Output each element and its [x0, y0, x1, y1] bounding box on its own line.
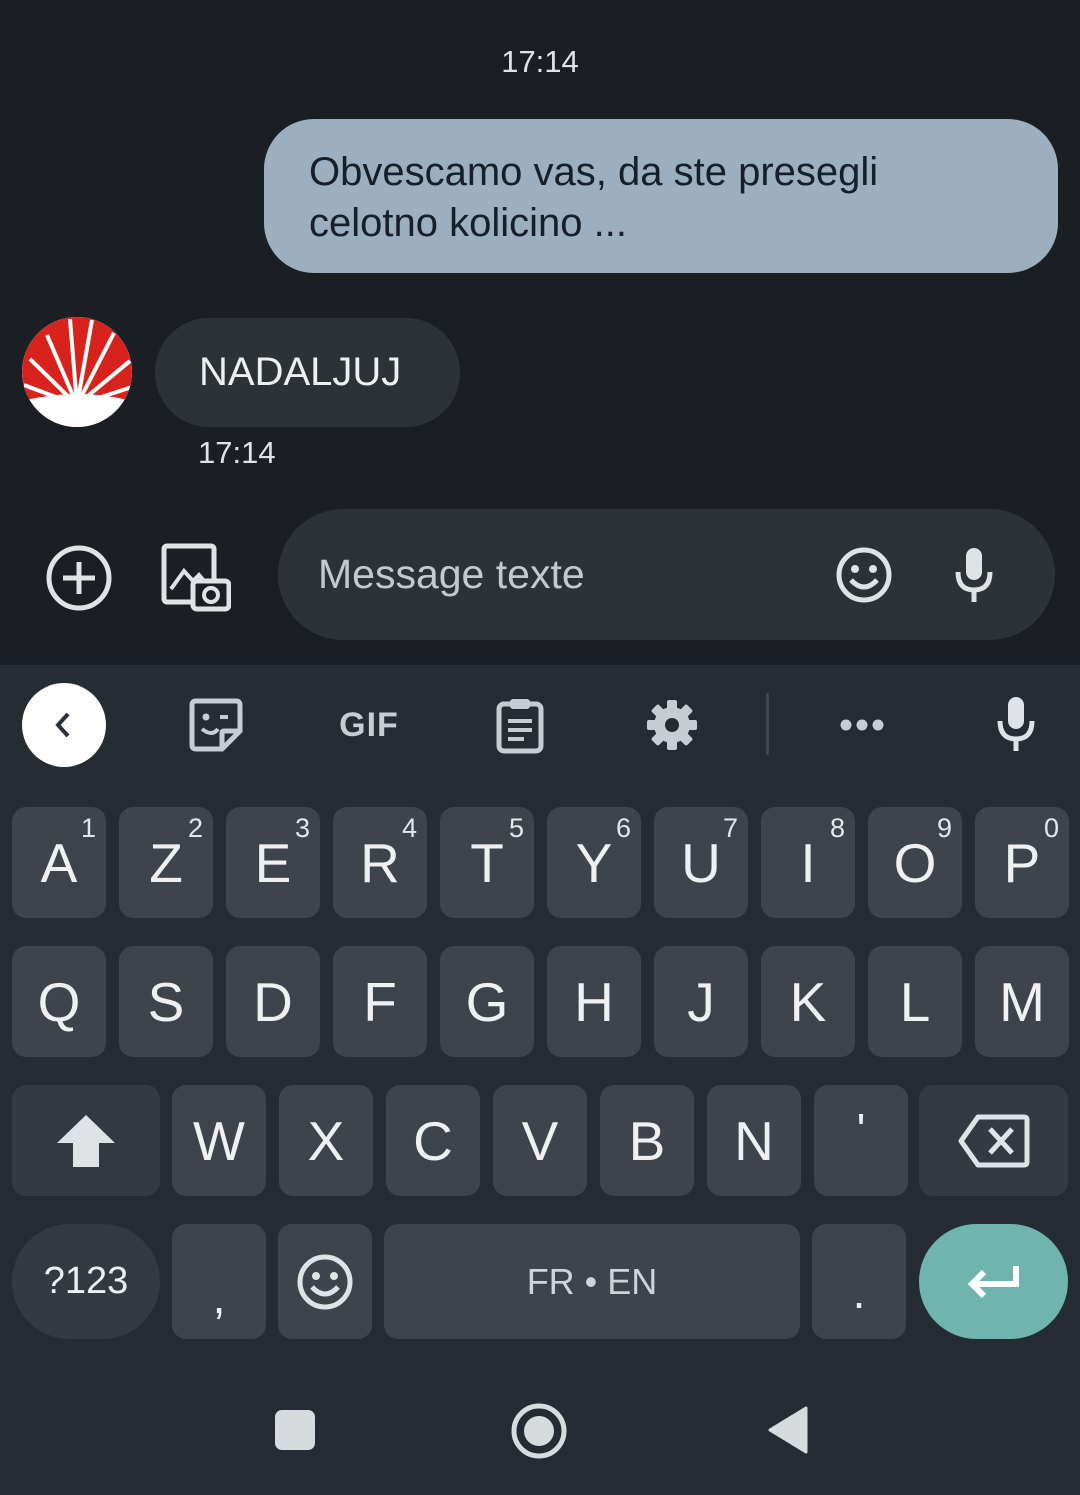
- key-p[interactable]: P0: [975, 807, 1069, 918]
- key-d[interactable]: D: [226, 946, 320, 1057]
- sticker-button[interactable]: [186, 695, 246, 755]
- key-hint: 1: [80, 813, 96, 843]
- key-label: E: [254, 831, 292, 894]
- key-f[interactable]: F: [333, 946, 427, 1057]
- key-label: T: [470, 831, 504, 894]
- backspace-icon: [958, 1114, 1029, 1167]
- key-g[interactable]: G: [440, 946, 534, 1057]
- key-hint: 2: [187, 813, 203, 843]
- key-h[interactable]: H: [547, 946, 641, 1057]
- recents-icon: [275, 1410, 315, 1450]
- home-button[interactable]: [505, 1397, 573, 1465]
- voice-input-button[interactable]: [950, 545, 998, 607]
- emoji-icon: [297, 1254, 353, 1309]
- outgoing-message-bubble[interactable]: Obvescamo vas, da ste presegli celotno k…: [264, 119, 1058, 273]
- back-button[interactable]: [757, 1400, 817, 1460]
- back-icon: [768, 1406, 808, 1454]
- key-o[interactable]: O9: [868, 807, 962, 918]
- key-hint: 6: [615, 813, 631, 843]
- key-label: P: [1003, 831, 1041, 894]
- message-input[interactable]: Message texte: [278, 509, 1055, 640]
- message-timestamp: 17:14: [501, 44, 579, 79]
- period-key[interactable]: .: [812, 1224, 906, 1339]
- key-w[interactable]: W: [172, 1085, 266, 1196]
- clipboard-icon: [496, 699, 544, 754]
- key-label: Z: [149, 831, 183, 894]
- key-t[interactable]: T5: [440, 807, 534, 918]
- incoming-timestamp: 17:14: [198, 435, 276, 470]
- enter-key[interactable]: [919, 1224, 1068, 1339]
- microphone-icon: [997, 697, 1035, 751]
- backspace-key[interactable]: [919, 1085, 1068, 1196]
- key-hint: 7: [722, 813, 738, 843]
- back-chevron-icon: [55, 712, 70, 738]
- key-label: U: [681, 831, 721, 894]
- emoji-key[interactable]: [278, 1224, 372, 1339]
- key-label: Y: [575, 831, 613, 894]
- microphone-icon: [955, 548, 993, 602]
- key-z[interactable]: Z2: [119, 807, 213, 918]
- settings-button[interactable]: [644, 697, 700, 753]
- more-icon: [840, 719, 884, 731]
- sticker-icon: [189, 698, 243, 752]
- key-s[interactable]: S: [119, 946, 213, 1057]
- comma-key[interactable]: ,: [172, 1224, 266, 1339]
- more-button[interactable]: [834, 705, 890, 745]
- key-label: O: [893, 831, 937, 894]
- key-l[interactable]: L: [868, 946, 962, 1057]
- key-c[interactable]: C: [386, 1085, 480, 1196]
- keyboard: G I F A 1 Z 2 E 3 R 4 T 5 Y 6 U 7 I 8 O 9 …: [0, 665, 1080, 1495]
- toolbar-collapse-button[interactable]: [22, 683, 106, 767]
- add-attachment-button[interactable]: [44, 543, 114, 613]
- key-hint: 9: [936, 813, 952, 843]
- key-hint: 4: [401, 813, 417, 843]
- emoji-button[interactable]: [834, 545, 894, 605]
- symbols-key[interactable]: ?123: [12, 1224, 160, 1339]
- sender-logo-icon: [22, 317, 132, 427]
- add-icon: [46, 545, 112, 611]
- key-y[interactable]: Y6: [547, 807, 641, 918]
- key-label: R: [360, 831, 400, 894]
- key-q[interactable]: Q: [12, 946, 106, 1057]
- key-v[interactable]: V: [493, 1085, 587, 1196]
- key-i[interactable]: I8: [761, 807, 855, 918]
- key-x[interactable]: X: [279, 1085, 373, 1196]
- key-m[interactable]: M: [975, 946, 1069, 1057]
- key-a[interactable]: A1: [12, 807, 106, 918]
- key-b[interactable]: B: [600, 1085, 694, 1196]
- key-e[interactable]: E3: [226, 807, 320, 918]
- key-hint: 3: [294, 813, 310, 843]
- gif-button[interactable]: GIF: [332, 703, 406, 747]
- gear-icon: [647, 700, 697, 750]
- key-label: A: [40, 831, 78, 894]
- conversation-view: 17:14 Obvescamo vas, da ste presegli cel…: [0, 0, 1080, 665]
- shift-key[interactable]: [12, 1085, 160, 1196]
- key-hint: 5: [508, 813, 524, 843]
- sender-avatar[interactable]: [22, 317, 132, 427]
- shift-icon: [57, 1114, 115, 1167]
- key-hint: 0: [1043, 813, 1059, 843]
- message-input-placeholder: Message texte: [318, 551, 585, 597]
- keyboard-voice-button[interactable]: [990, 693, 1042, 757]
- incoming-message-bubble[interactable]: NADALJUJ: [155, 318, 460, 427]
- space-key[interactable]: FR • EN: [384, 1224, 800, 1339]
- recents-button[interactable]: [265, 1400, 325, 1460]
- key-n[interactable]: N: [707, 1085, 801, 1196]
- key-hint: 8: [829, 813, 845, 843]
- home-icon: [511, 1403, 567, 1459]
- enter-icon: [967, 1265, 1019, 1298]
- emoji-icon: [836, 547, 892, 603]
- key-label: I: [800, 831, 816, 894]
- key-r[interactable]: R4: [333, 807, 427, 918]
- clipboard-button[interactable]: [492, 695, 548, 755]
- key-k[interactable]: K: [761, 946, 855, 1057]
- key-u[interactable]: U7: [654, 807, 748, 918]
- key-j[interactable]: J: [654, 946, 748, 1057]
- key-apostrophe[interactable]: ': [814, 1085, 908, 1196]
- gallery-button[interactable]: [158, 540, 232, 614]
- gallery-camera-icon: [161, 543, 231, 612]
- toolbar-divider: [766, 693, 769, 755]
